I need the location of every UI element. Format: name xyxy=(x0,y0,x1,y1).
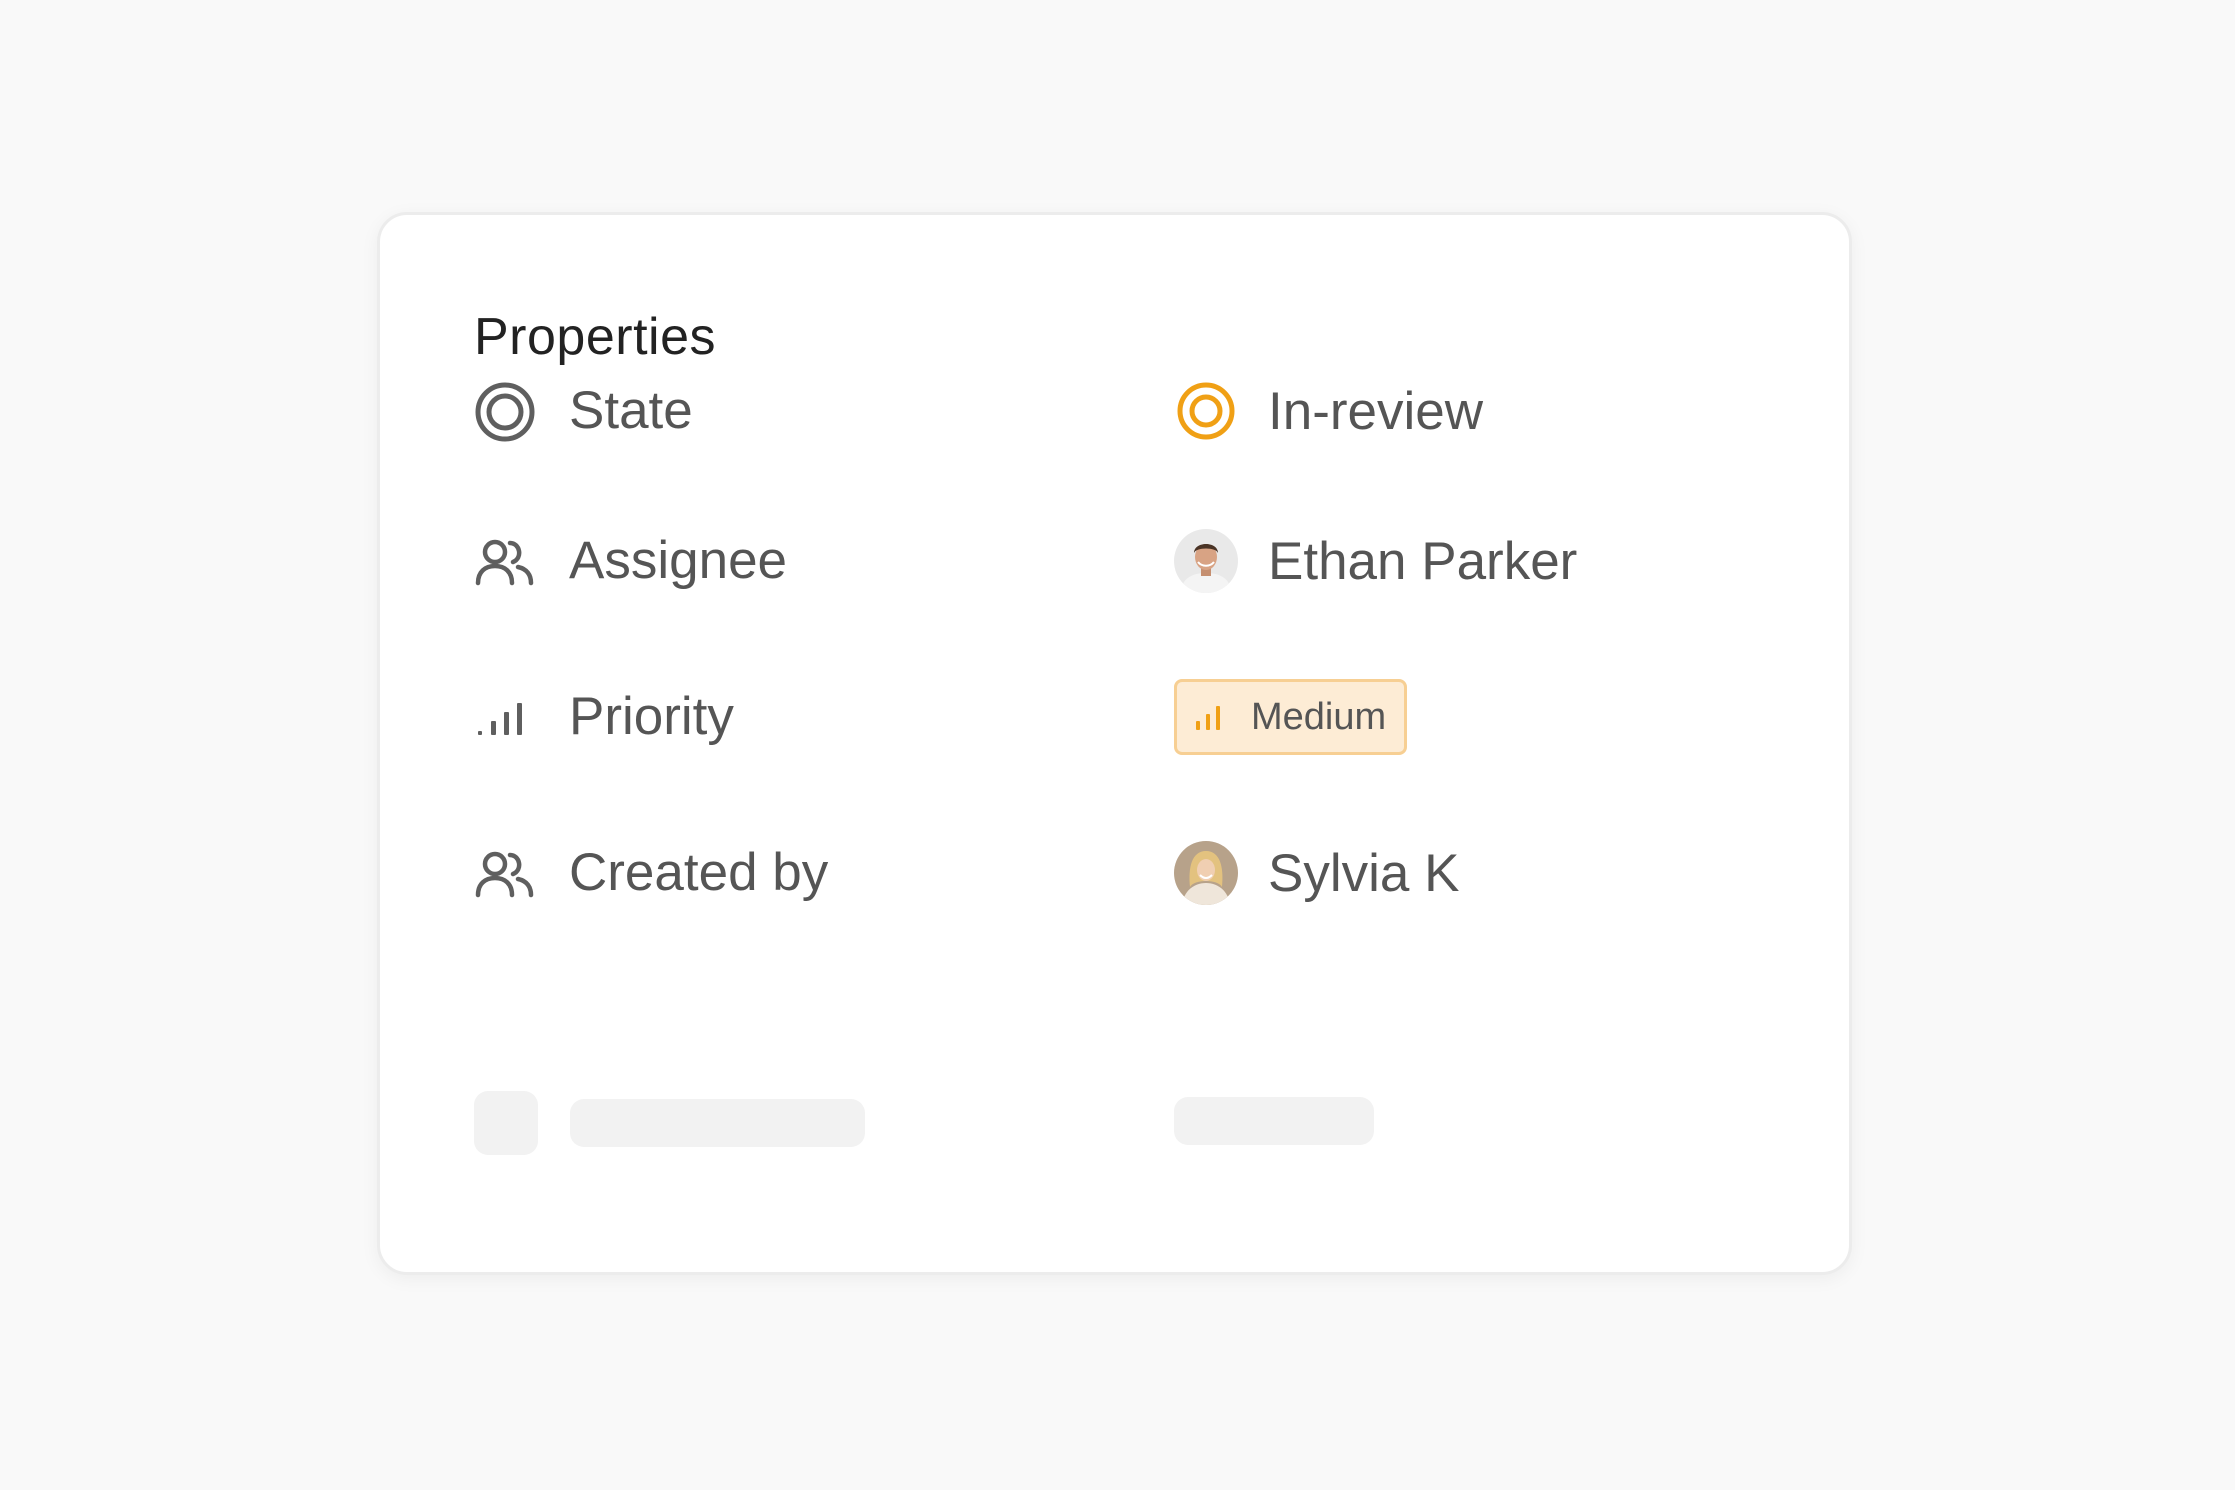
assignee-value[interactable]: Ethan Parker xyxy=(1174,521,1577,601)
medium-priority-bars-icon xyxy=(1193,700,1227,734)
users-icon xyxy=(474,843,536,905)
skeleton-icon-placeholder xyxy=(474,1091,538,1155)
property-label-priority: Priority xyxy=(569,687,734,746)
users-icon xyxy=(474,531,536,593)
created-by-value-text: Sylvia K xyxy=(1268,843,1460,903)
in-review-status-icon xyxy=(1174,379,1238,443)
created-by-value[interactable]: Sylvia K xyxy=(1174,833,1459,913)
assignee-value-text: Ethan Parker xyxy=(1268,531,1578,591)
state-value-text: In-review xyxy=(1268,381,1484,441)
avatar-ethan-parker xyxy=(1174,529,1238,593)
state-value[interactable]: In-review xyxy=(1174,371,1483,451)
skeleton-value-placeholder xyxy=(1174,1097,1374,1145)
priority-badge[interactable]: Medium xyxy=(1174,679,1408,755)
property-label-state: State xyxy=(569,381,693,440)
property-label-assignee: Assignee xyxy=(569,531,788,590)
skeleton-label-placeholder xyxy=(570,1099,865,1147)
priority-bars-icon xyxy=(474,687,536,749)
property-row-state[interactable]: State In-review xyxy=(474,371,1849,451)
priority-badge-label: Medium xyxy=(1251,695,1387,738)
properties-card: Properties State In-review Assignee Etha… xyxy=(377,212,1852,1275)
property-row-priority[interactable]: Priority Medium xyxy=(474,677,1849,757)
state-circle-icon xyxy=(474,381,536,443)
panel-title: Properties xyxy=(474,308,716,366)
priority-value[interactable]: Medium xyxy=(1174,677,1408,757)
property-label-created-by: Created by xyxy=(569,843,829,902)
avatar-sylvia-k xyxy=(1174,841,1238,905)
property-row-created-by[interactable]: Created by Sylvia K xyxy=(474,833,1849,913)
property-row-assignee[interactable]: Assignee Ethan Parker xyxy=(474,521,1849,601)
